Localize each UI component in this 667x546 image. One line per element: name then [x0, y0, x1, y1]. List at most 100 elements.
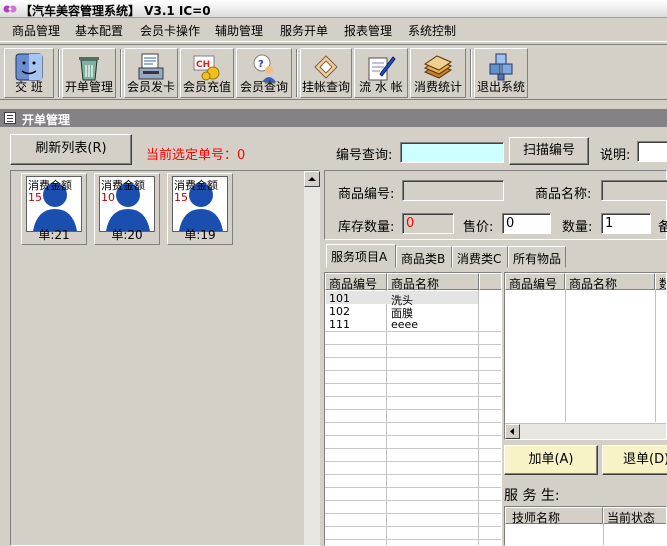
- order-card[interactable]: 消费金额 15 单:19: [167, 173, 233, 245]
- item-code-cell[interactable]: 102: [329, 305, 350, 318]
- scroll-left-button[interactable]: [505, 424, 520, 439]
- column-header-technician[interactable]: 技师名称: [505, 507, 603, 525]
- staff-label: 服 务 生:: [504, 488, 560, 504]
- order-card[interactable]: 消费金额 15 单:21: [21, 173, 87, 245]
- grid-row-line: [325, 487, 501, 488]
- item-code-cell[interactable]: 101: [329, 292, 350, 305]
- grid-row-line: [325, 474, 501, 475]
- order-avatar: 消费金额 10: [99, 176, 155, 232]
- handover-button[interactable]: 交 班: [4, 48, 54, 98]
- exit-system-button[interactable]: 退出系统: [474, 48, 528, 98]
- toolbar-separator: [296, 49, 298, 97]
- consumption-stats-button[interactable]: 消费统计: [410, 48, 466, 98]
- exit-system-label: 退出系统: [476, 80, 525, 94]
- grid-row-line: [325, 370, 501, 371]
- amount-value: 15: [28, 191, 42, 204]
- tab-consumption-category[interactable]: 消费类C: [452, 246, 508, 268]
- child-window-title: 开单管理: [22, 113, 71, 127]
- grid-row-line: [325, 461, 501, 462]
- menu-bar: 商品管理 基本配置 会员卡操作 辅助管理 服务开单 报表管理 系统控制: [0, 18, 667, 42]
- horizontal-scrollbar[interactable]: [505, 423, 666, 439]
- quantity-label: 数量:: [562, 220, 593, 235]
- note-label: 说明:: [600, 148, 631, 163]
- staff-grid[interactable]: 技师名称 当前状态: [504, 506, 667, 546]
- code-search-label: 编号查询:: [336, 148, 393, 163]
- tab-all-items[interactable]: 所有物品: [508, 246, 566, 268]
- order-card[interactable]: 消费金额 10 单:20: [94, 173, 160, 245]
- column-header-name[interactable]: 商品名称: [387, 273, 479, 291]
- grid-column-line: [386, 290, 387, 545]
- grid-column-line: [565, 290, 566, 422]
- grid-row-line: [325, 409, 501, 410]
- grid-column-line: [603, 524, 604, 545]
- menu-member-card[interactable]: 会员卡操作: [140, 22, 200, 39]
- order-list-scrollbar[interactable]: [304, 171, 320, 545]
- stock-qty-label: 库存数量:: [338, 220, 395, 235]
- order-management-button[interactable]: 开单管理: [62, 48, 116, 98]
- column-header-status[interactable]: 当前状态: [603, 507, 666, 525]
- scroll-up-button[interactable]: [304, 171, 320, 187]
- arrow-up-icon: [308, 177, 316, 181]
- grid-row-line: [325, 383, 501, 384]
- current-order-label: 当前选定单号：0: [146, 148, 246, 163]
- add-order-button[interactable]: 加单(A): [504, 445, 598, 475]
- child-window-caption: 开单管理: [0, 109, 667, 127]
- menu-service-order[interactable]: 服务开单: [280, 22, 328, 39]
- svg-text:CH: CH: [196, 60, 210, 70]
- column-header-code[interactable]: 商品编号: [505, 273, 565, 291]
- product-name-label: 商品名称:: [535, 187, 592, 202]
- return-order-button[interactable]: 退单(D): [602, 445, 667, 475]
- order-list-pane: 消费金额 15 单:21 消费金额 10 单:20 消费金额 15 单:19: [10, 170, 320, 546]
- tab-service-items[interactable]: 服务项目A: [326, 244, 396, 268]
- product-name-field: [601, 180, 667, 201]
- code-search-input[interactable]: [400, 142, 504, 163]
- recharge-button[interactable]: CH 会员充值: [180, 48, 234, 98]
- member-query-button[interactable]: ? 会员查询: [236, 48, 292, 98]
- amount-value: 15: [174, 191, 188, 204]
- grid-row-line: [325, 539, 501, 540]
- menu-auxiliary[interactable]: 辅助管理: [215, 22, 263, 39]
- note-input[interactable]: [637, 141, 667, 162]
- item-name-cell[interactable]: eeee: [391, 318, 418, 331]
- grid-row-line: [325, 435, 501, 436]
- remark-label: 备: [658, 220, 667, 235]
- window-title: 【汽车美容管理系统】 V3.1 IC=0: [20, 4, 211, 18]
- menu-product-management[interactable]: 商品管理: [12, 22, 60, 39]
- amount-value: 10: [101, 191, 115, 204]
- grid-row-line: [325, 422, 501, 423]
- window-titlebar: 【汽车美容管理系统】 V3.1 IC=0: [0, 0, 667, 18]
- issue-card-button[interactable]: 会员发卡: [124, 48, 178, 98]
- refresh-list-button[interactable]: 刷新列表(R): [10, 134, 132, 165]
- journal-button[interactable]: 流 水 帐: [354, 48, 408, 98]
- service-items-grid[interactable]: 商品编号 商品名称 101 洗头 102 面膜 111 eeee: [324, 272, 502, 546]
- order-items-grid[interactable]: 商品编号 商品名称 数: [504, 272, 667, 440]
- quantity-input[interactable]: 1: [601, 213, 651, 234]
- credit-query-button[interactable]: 挂帐查询: [300, 48, 352, 98]
- order-avatar: 消费金额 15: [26, 176, 82, 232]
- menu-system-control[interactable]: 系统控制: [408, 22, 456, 39]
- column-header-name[interactable]: 商品名称: [565, 273, 655, 291]
- grid-row-line: [325, 513, 501, 514]
- item-code-cell[interactable]: 111: [329, 318, 350, 331]
- svg-text:?: ?: [258, 59, 264, 70]
- window-menu-icon[interactable]: [4, 112, 16, 124]
- column-header-extra[interactable]: [479, 273, 501, 290]
- column-header-qty[interactable]: 数: [655, 273, 666, 291]
- menu-reports[interactable]: 报表管理: [344, 22, 392, 39]
- order-number: 单:19: [184, 228, 216, 242]
- recharge-label: 会员充值: [182, 80, 231, 94]
- menu-basic-config[interactable]: 基本配置: [75, 22, 123, 39]
- toolbar-separator: [58, 49, 60, 97]
- column-header-code[interactable]: 商品编号: [325, 273, 387, 291]
- grid-row-line: [325, 396, 501, 397]
- tab-product-category[interactable]: 商品类B: [396, 246, 452, 268]
- scan-code-button[interactable]: 扫描编号: [509, 137, 589, 165]
- grid-row-line: [325, 526, 501, 527]
- app-logo-icon: [3, 5, 17, 13]
- price-input[interactable]: 0: [502, 213, 551, 234]
- credit-query-label: 挂帐查询: [301, 80, 350, 94]
- grid-row-line: [325, 357, 501, 358]
- consumption-stats-label: 消费统计: [413, 80, 462, 94]
- grid-column-line: [478, 290, 479, 545]
- grid-row-line: [325, 344, 501, 345]
